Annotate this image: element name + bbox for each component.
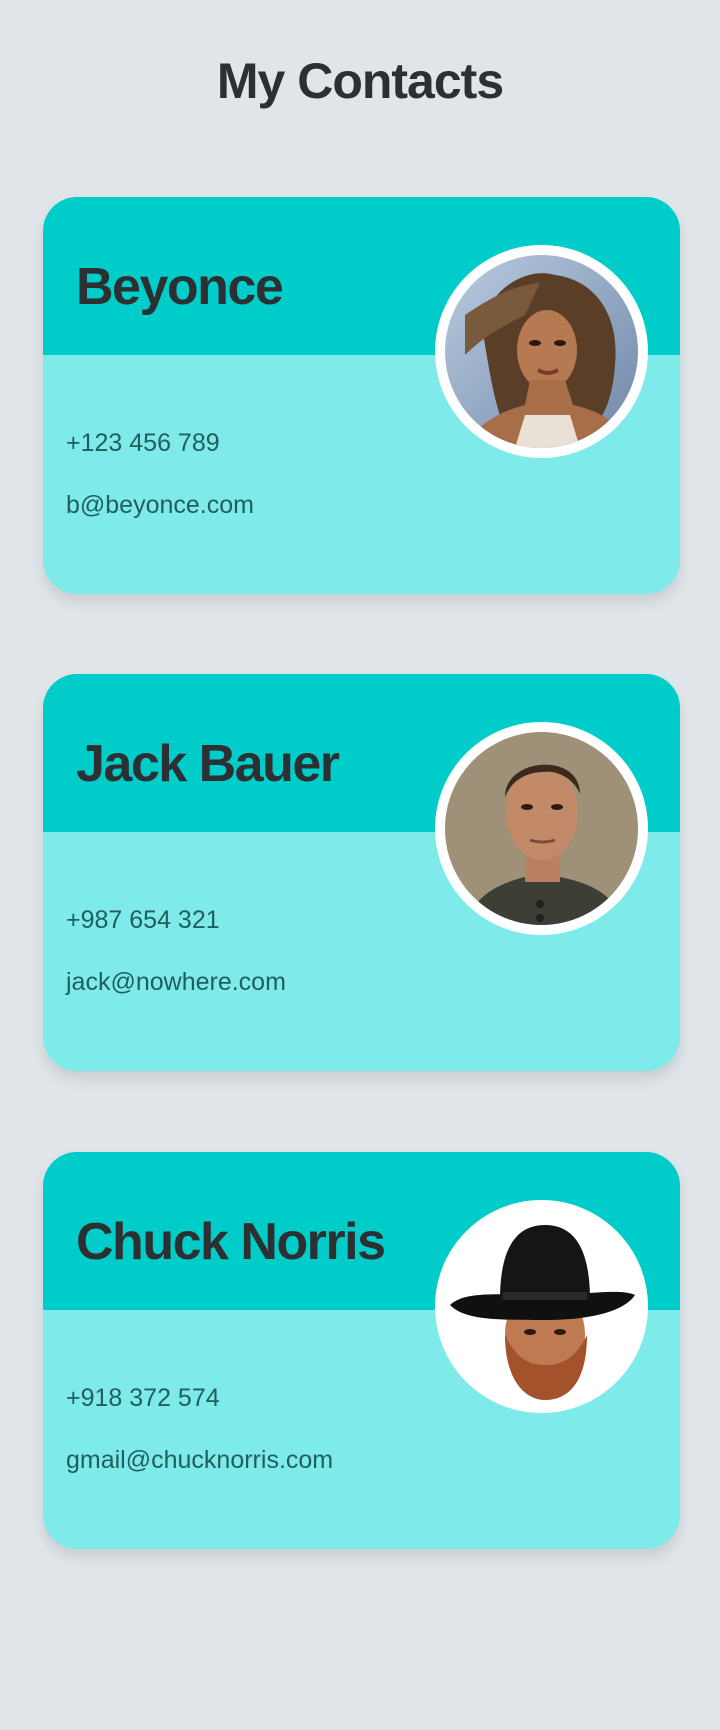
contact-email[interactable]: gmail@chucknorris.com bbox=[66, 1446, 333, 1475]
avatar[interactable] bbox=[435, 245, 648, 458]
contact-name: Chuck Norris bbox=[76, 1213, 386, 1271]
avatar[interactable] bbox=[435, 722, 648, 935]
avatar[interactable] bbox=[435, 1200, 648, 1413]
contact-card[interactable]: Jack Bauer +987 654 321 jack@nowhere.com bbox=[43, 674, 680, 1071]
contact-phone[interactable]: +918 372 574 bbox=[66, 1384, 220, 1413]
contact-name: Jack Bauer bbox=[76, 735, 340, 793]
contact-phone[interactable]: +987 654 321 bbox=[66, 906, 220, 935]
page-title: My Contacts bbox=[216, 53, 504, 109]
portrait-chuck-norris-icon bbox=[445, 1210, 638, 1403]
contact-card[interactable]: Beyonce +123 456 789 b@beyonce.com bbox=[43, 197, 680, 594]
portrait-beyonce-icon bbox=[445, 255, 638, 448]
contact-email[interactable]: b@beyonce.com bbox=[66, 491, 254, 520]
contact-name: Beyonce bbox=[76, 258, 284, 316]
portrait-jack-bauer-icon bbox=[445, 732, 638, 925]
contact-phone[interactable]: +123 456 789 bbox=[66, 429, 220, 458]
contact-card[interactable]: Chuck Norris +918 372 574 gmail@chucknor… bbox=[43, 1152, 680, 1549]
contact-email[interactable]: jack@nowhere.com bbox=[66, 968, 286, 997]
